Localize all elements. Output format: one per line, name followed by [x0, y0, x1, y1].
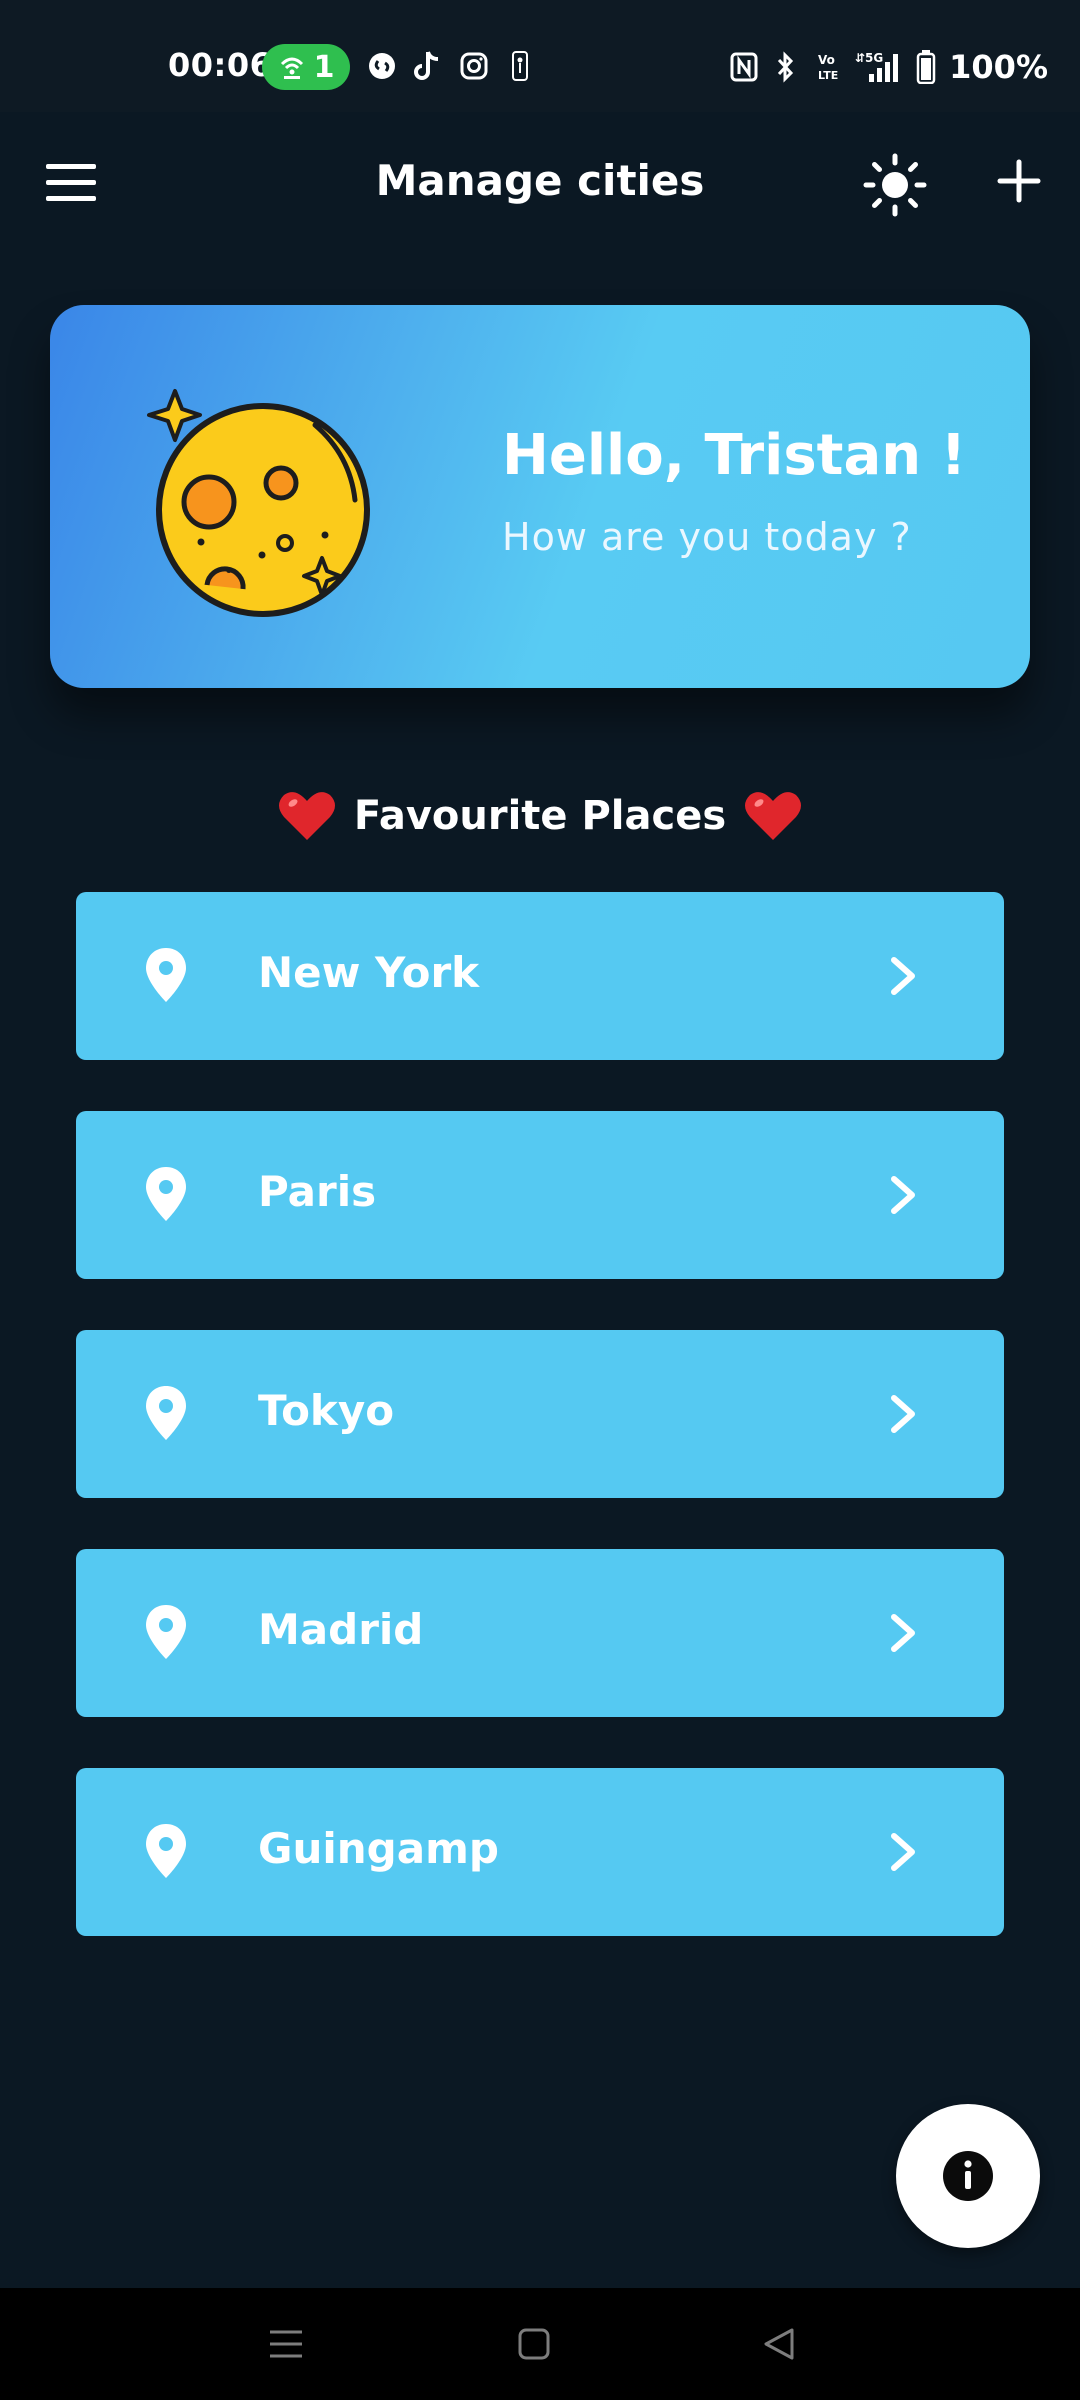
home-icon — [518, 2328, 550, 2360]
info-icon — [943, 2151, 993, 2201]
back-icon — [764, 2328, 794, 2360]
sun-icon — [863, 153, 927, 217]
theme-toggle-button[interactable] — [862, 152, 928, 218]
city-name: Madrid — [258, 1605, 424, 1654]
chevron-right-icon — [891, 1614, 915, 1652]
city-name: New York — [258, 948, 480, 997]
moon-icon — [147, 389, 370, 617]
info-fab-button[interactable] — [896, 2104, 1040, 2248]
heart-icon — [278, 792, 335, 840]
location-pin-icon — [146, 1605, 186, 1659]
nba-icon — [504, 50, 536, 82]
home-button[interactable] — [512, 2322, 556, 2366]
city-item-paris[interactable]: Paris — [76, 1111, 1004, 1279]
plus-icon — [997, 159, 1041, 203]
volte-icon: Vo LTE — [813, 50, 843, 84]
battery-percentage: 100% — [949, 48, 1048, 86]
add-city-button[interactable] — [994, 156, 1044, 206]
tiktok-icon — [412, 50, 444, 82]
shazam-icon — [366, 50, 398, 82]
app-bar: Manage cities — [0, 112, 1080, 252]
bluetooth-icon — [771, 50, 801, 84]
favourites-title: Favourite Places — [353, 793, 727, 839]
svg-text:LTE: LTE — [818, 69, 838, 82]
back-button[interactable] — [758, 2322, 802, 2366]
city-item-guingamp[interactable]: Guingamp — [76, 1768, 1004, 1936]
nfc-icon — [729, 50, 759, 84]
city-name: Tokyo — [258, 1386, 395, 1435]
hotspot-badge: 1 — [262, 44, 350, 90]
city-item-madrid[interactable]: Madrid — [76, 1549, 1004, 1717]
city-item-tokyo[interactable]: Tokyo — [76, 1330, 1004, 1498]
chevron-right-icon — [891, 1833, 915, 1871]
status-bar: 00:06 1 Vo LTE ⇵5G 100% — [0, 0, 1080, 112]
city-name: Paris — [258, 1167, 377, 1216]
status-time: 00:06 — [168, 46, 273, 84]
location-pin-icon — [146, 1386, 186, 1440]
svg-text:⇵5G: ⇵5G — [855, 51, 883, 65]
location-pin-icon — [146, 948, 186, 1002]
chevron-right-icon — [891, 1176, 915, 1214]
battery-icon — [915, 50, 937, 84]
recent-apps-icon — [270, 2330, 302, 2358]
heart-icon — [745, 792, 802, 840]
greeting-subtitle: How are you today ? — [502, 515, 912, 559]
5g-signal-icon: ⇵5G — [855, 50, 903, 84]
chevron-right-icon — [891, 1395, 915, 1433]
greeting-title: Hello, Tristan ! — [502, 423, 967, 488]
hotspot-count: 1 — [313, 49, 335, 85]
wifi-hotspot-icon — [280, 57, 303, 79]
chevron-right-icon — [891, 957, 915, 995]
notification-icons — [366, 50, 536, 82]
location-pin-icon — [146, 1167, 186, 1221]
svg-text:Vo: Vo — [818, 53, 835, 67]
location-pin-icon — [146, 1824, 186, 1878]
navigation-bar — [0, 2288, 1080, 2400]
favourites-header: Favourite Places — [0, 790, 1080, 842]
city-item-new-york[interactable]: New York — [76, 892, 1004, 1060]
city-name: Guingamp — [258, 1824, 499, 1873]
system-status-icons: Vo LTE ⇵5G 100% — [729, 48, 1048, 86]
greeting-card: Hello, Tristan ! How are you today ? — [50, 305, 1030, 688]
recent-apps-button[interactable] — [264, 2322, 308, 2366]
instagram-icon — [458, 50, 490, 82]
